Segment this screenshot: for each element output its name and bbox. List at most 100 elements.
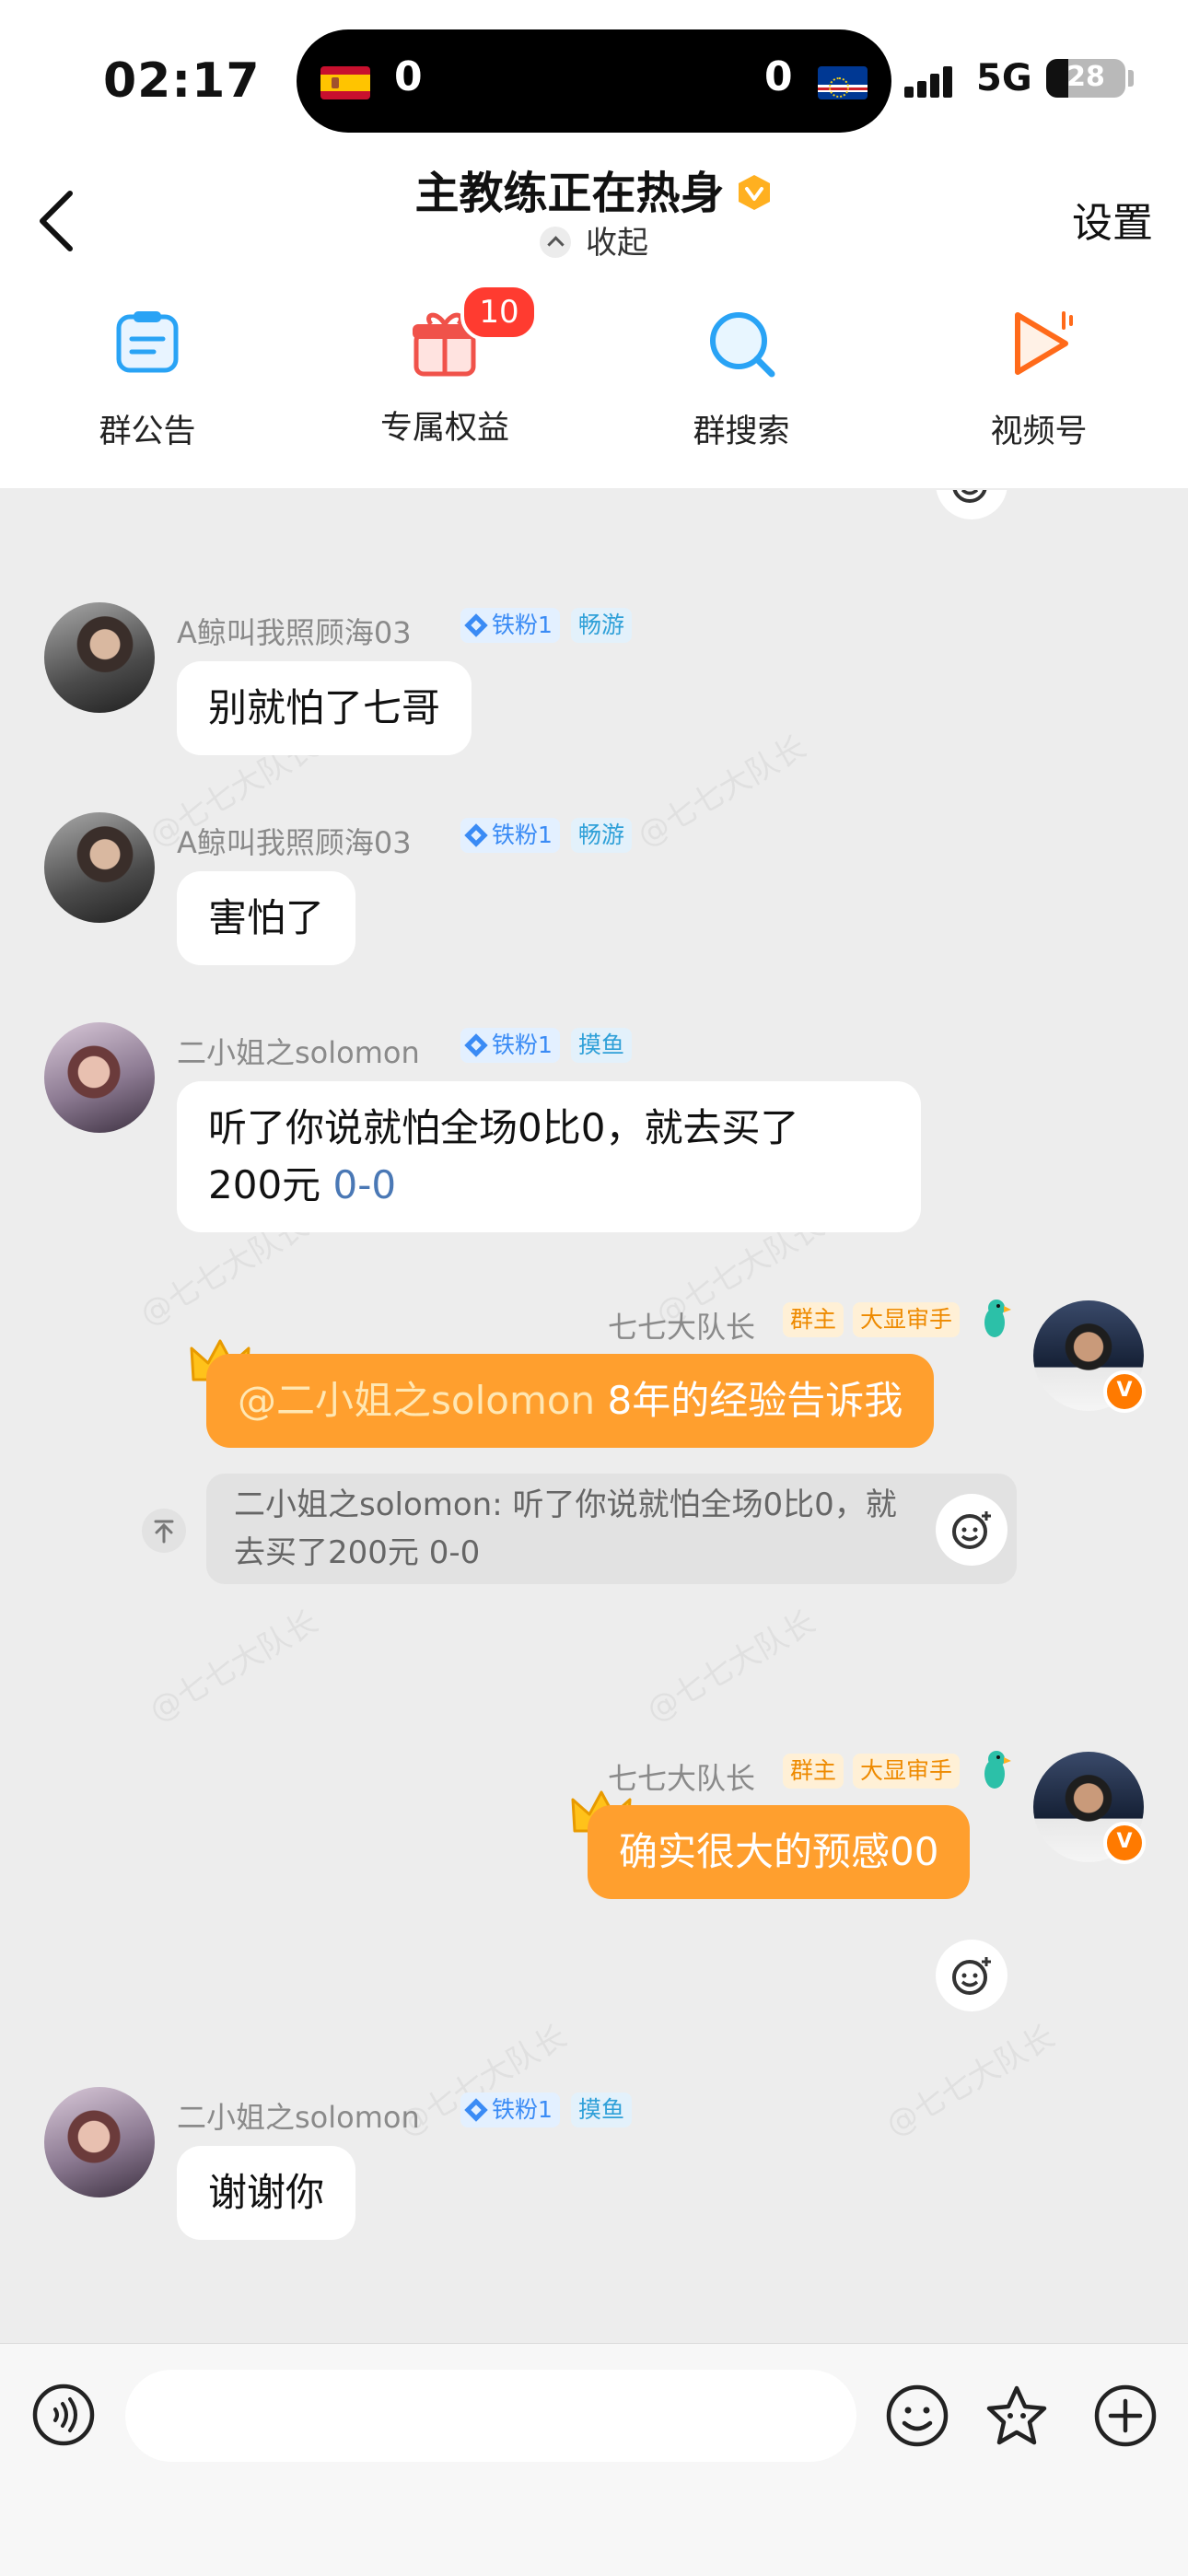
emoji-add-icon [952, 490, 987, 503]
watermark: @七七大队长 [879, 2018, 1062, 2144]
message-bubble[interactable]: 别就怕了七哥 [177, 661, 472, 755]
message-bubble[interactable]: @二小姐之solomon 8年的经验告诉我 [206, 1354, 935, 1448]
clock: 02:17 [103, 53, 261, 109]
tag-label: 铁粉1 [492, 612, 553, 638]
battery-tip [1128, 70, 1134, 87]
sender-name[interactable]: 七七大队长 [608, 1304, 755, 1346]
sender-name[interactable]: 二小姐之solomon [177, 2094, 420, 2137]
title-tag: 大显审手 [853, 1302, 961, 1337]
fan-level-tag: 铁粉1 [460, 608, 560, 643]
plus-icon[interactable] [1092, 2383, 1159, 2449]
status-bar: 02:17 0 0 5G 28 [0, 0, 1188, 157]
owner-tag: 群主 [783, 1754, 844, 1789]
verified-v-icon: V [1103, 1370, 1146, 1413]
live-score-island[interactable]: 0 0 [297, 29, 891, 133]
diamond-icon [464, 2098, 488, 2122]
tag-label: 铁粉1 [492, 822, 553, 848]
title-tag: 畅游 [571, 608, 633, 643]
battery-icon: 28 [1046, 59, 1125, 98]
watermark: @七七大队长 [631, 729, 813, 855]
tag-label: 铁粉1 [492, 1032, 553, 1058]
group-title[interactable]: 主教练正在热身 [414, 168, 724, 219]
score-home: 0 [394, 53, 423, 100]
signal-icon [904, 66, 954, 98]
sender-name[interactable]: A鲸叫我照顾海03 [177, 610, 412, 652]
parrot-icon [984, 1751, 1011, 1789]
diamond-icon [464, 613, 488, 637]
avatar[interactable] [44, 1022, 155, 1133]
battery-level: 28 [1066, 61, 1105, 93]
fan-level-tag: 铁粉1 [460, 818, 560, 853]
title-row: 主教练正在热身 [0, 157, 1188, 221]
emoji-add-icon [952, 1511, 991, 1549]
add-reaction-button[interactable] [936, 1940, 1007, 2011]
collapse-label: 收起 [586, 225, 648, 262]
avatar[interactable] [44, 602, 155, 713]
voice-icon[interactable] [31, 2383, 96, 2447]
quick-action-label: 视频号 [990, 414, 1088, 450]
quick-action-video[interactable]: 视频号 [928, 302, 1149, 452]
cape-verde-flag-icon [818, 66, 868, 99]
message-line: 200元 0-0 [208, 1157, 890, 1214]
message-bubble[interactable]: 害怕了 [177, 871, 356, 965]
reply-pin-button[interactable] [142, 1509, 186, 1553]
add-reaction-button[interactable] [936, 1494, 1007, 1566]
video-play-icon [1015, 311, 1073, 375]
parrot-icon [984, 1300, 1011, 1337]
search-icon [710, 312, 775, 378]
message-text: 8年的经验告诉我 [595, 1378, 903, 1423]
title-tag: 畅游 [571, 818, 633, 853]
tag-label: 铁粉1 [492, 2096, 553, 2123]
verified-v-icon: V [1103, 1822, 1146, 1864]
owner-tag: 群主 [783, 1302, 844, 1337]
message-list[interactable]: @七七大队长 @七七大队长 @七七大队长 @七七大队长 @七七大队长 @七七大队… [0, 490, 1188, 2343]
mention[interactable]: @二小姐之solomon [238, 1378, 595, 1423]
input-bar [0, 2343, 1188, 2576]
message-bubble[interactable]: 谢谢你 [177, 2146, 356, 2240]
message-bubble[interactable]: 听了你说就怕全场0比0，就去买了 200元 0-0 [177, 1081, 921, 1232]
add-reaction-button[interactable] [936, 490, 1007, 519]
benefits-count-badge: 10 [460, 284, 538, 341]
fan-level-tag: 铁粉1 [460, 1028, 560, 1063]
quote-line: 去买了200元 0-0 [234, 1534, 481, 1571]
settings-button[interactable]: 设置 [1072, 190, 1153, 249]
pin-top-icon [154, 1520, 174, 1544]
score-link[interactable]: 0-0 [333, 1162, 397, 1207]
gift-icon-wrap: 10 [403, 284, 538, 385]
chevron-up-icon [540, 227, 571, 258]
diamond-icon [464, 1033, 488, 1057]
emoji-add-icon [952, 1957, 991, 1995]
score-away: 0 [764, 53, 793, 100]
title-tag: 摸鱼 [571, 2092, 633, 2127]
verified-badge-icon [738, 175, 770, 210]
quick-action-label: 群搜索 [693, 414, 790, 450]
emoji-icon[interactable] [884, 2383, 950, 2449]
diamond-icon [464, 823, 488, 847]
quote-line: 二小姐之solomon: 听了你说就怕全场0比0，就 [234, 1486, 897, 1523]
quick-action-label: 专属权益 [379, 410, 509, 447]
message-bubble[interactable]: 确实很大的预感00 [588, 1805, 971, 1899]
sender-name[interactable]: A鲸叫我照顾海03 [177, 820, 412, 862]
quick-action-benefits[interactable]: 10 专属权益 [334, 284, 555, 449]
spain-flag-icon [320, 66, 370, 99]
avatar[interactable] [44, 2087, 155, 2197]
fan-level-tag: 铁粉1 [460, 2092, 560, 2127]
watermark: @七七大队长 [143, 1603, 325, 1730]
quick-action-announcement[interactable]: 群公告 [37, 302, 258, 452]
watermark: @七七大队长 [640, 1603, 822, 1730]
quick-action-search[interactable]: 群搜索 [631, 302, 852, 452]
chat-header: 主教练正在热身 收起 设置 群公告 10 专属权益 群搜索 视频号 [0, 138, 1188, 488]
title-tag: 大显审手 [853, 1754, 961, 1789]
sender-name[interactable]: 二小姐之solomon [177, 1030, 420, 1072]
collapse-toggle[interactable]: 收起 [0, 217, 1188, 262]
quoted-message[interactable]: 二小姐之solomon: 听了你说就怕全场0比0，就 去买了200元 0-0 [206, 1474, 1017, 1584]
avatar[interactable] [44, 812, 155, 923]
message-line: 听了你说就怕全场0比0，就去买了 [208, 1105, 799, 1150]
network-type: 5G [976, 57, 1032, 99]
message-text: 200元 [208, 1162, 333, 1207]
title-tag: 摸鱼 [571, 1028, 633, 1063]
sticker-star-icon[interactable] [984, 2383, 1050, 2449]
announcement-icon [116, 311, 179, 373]
message-input[interactable] [125, 2370, 856, 2462]
quick-action-label: 群公告 [99, 414, 196, 450]
